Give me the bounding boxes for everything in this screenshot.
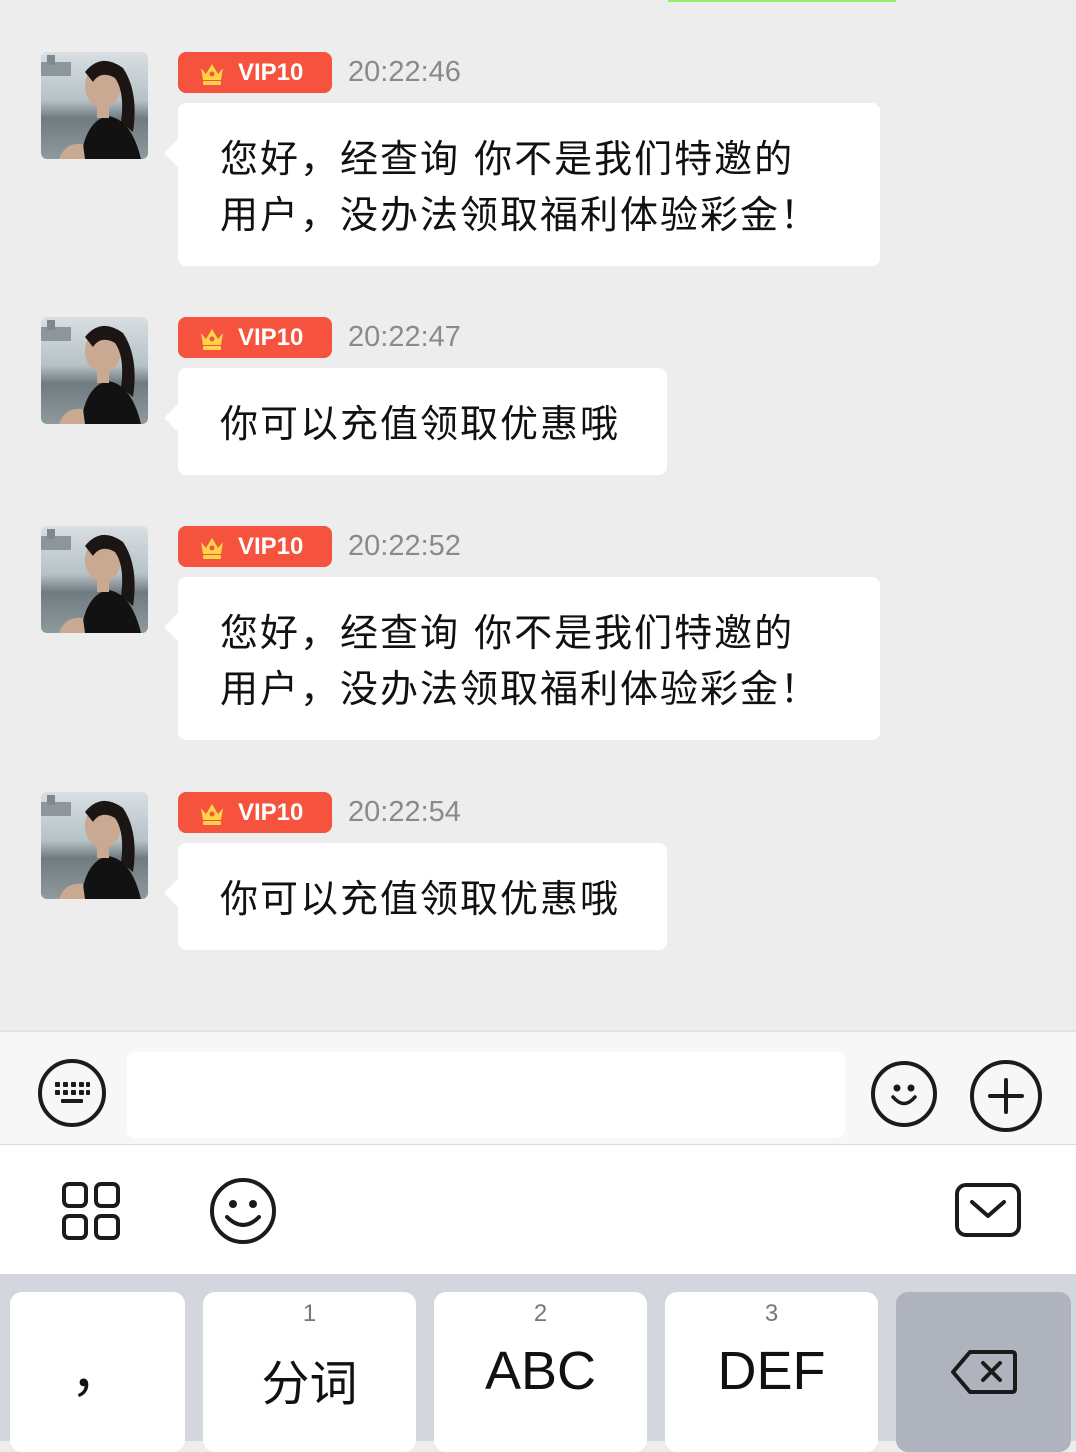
vip-badge: VIP10 [178, 792, 332, 833]
message-timestamp: 20:22:54 [348, 796, 461, 828]
message-text-line: 用户，没办法领取福利体验彩金！ [220, 667, 821, 711]
emoji-icon[interactable] [209, 1177, 277, 1245]
vip-badge: VIP10 [178, 317, 332, 358]
message-text-line: 你可以充值领取优惠哦 [220, 877, 621, 921]
avatar[interactable] [41, 52, 148, 159]
crown-icon [201, 803, 223, 825]
keyboard-icon [55, 1082, 90, 1103]
key-label: ， [70, 1343, 125, 1403]
key-2-abc[interactable]: 2 ABC [434, 1292, 647, 1452]
crown-icon [201, 63, 223, 85]
message-text-line: 您好，经查询 你不是我们特邀的 [220, 611, 795, 655]
key-comma[interactable]: ， [10, 1292, 185, 1452]
message-timestamp: 20:22:52 [348, 530, 461, 562]
vip-badge-label: VIP10 [238, 58, 304, 86]
emoji-button[interactable] [871, 1061, 937, 1127]
key-number: 3 [764, 1300, 779, 1327]
key-number: 2 [533, 1300, 548, 1327]
message-timestamp: 20:22:47 [348, 321, 461, 353]
message-text-input[interactable] [127, 1052, 845, 1138]
crown-icon [201, 537, 223, 559]
vip-badge: VIP10 [178, 52, 332, 93]
message-input-bar [0, 1030, 1076, 1144]
key-3-def[interactable]: 3 DEF [665, 1292, 878, 1452]
message-text-line: 用户，没办法领取福利体验彩金！ [220, 193, 821, 237]
message-bubble[interactable]: 您好，经查询 你不是我们特邀的 用户，没办法领取福利体验彩金！ [164, 577, 880, 740]
backspace-icon [951, 1350, 1017, 1394]
keyboard-toggle-button[interactable] [38, 1059, 106, 1127]
keyboard-toolbar [0, 1144, 1076, 1274]
message-bubble[interactable]: 你可以充值领取优惠哦 [164, 843, 667, 950]
message-bubble[interactable]: 您好，经查询 你不是我们特邀的 用户，没办法领取福利体验彩金！ [164, 103, 880, 266]
key-1-fenci[interactable]: 1 分词 [203, 1292, 416, 1452]
key-label: DEF [717, 1341, 826, 1401]
avatar[interactable] [41, 526, 148, 633]
avatar[interactable] [41, 317, 148, 424]
message-text-line: 你可以充值领取优惠哦 [220, 402, 621, 446]
vip-badge-label: VIP10 [238, 323, 304, 351]
vip-badge: VIP10 [178, 526, 332, 567]
plus-icon [988, 1078, 1024, 1114]
key-label: ABC [484, 1341, 597, 1401]
avatar[interactable] [41, 792, 148, 899]
message-text-line: 您好，经查询 你不是我们特邀的 [220, 137, 795, 181]
ime-keyboard: ， 1 分词 2 ABC 3 DEF [0, 1274, 1076, 1452]
message-bubble[interactable]: 你可以充值领取优惠哦 [164, 368, 667, 475]
crown-icon [201, 328, 223, 350]
more-actions-button[interactable] [970, 1060, 1042, 1132]
message-timestamp: 20:22:46 [348, 56, 461, 88]
key-number: 1 [302, 1300, 317, 1327]
key-label: 分词 [261, 1358, 358, 1411]
keyboard-collapse-icon[interactable] [954, 1182, 1022, 1238]
vip-badge-label: VIP10 [238, 798, 304, 826]
vip-badge-label: VIP10 [238, 532, 304, 560]
emoji-icon [891, 1084, 917, 1106]
chat-message-list[interactable]: VIP10 20:22:46 您好，经查询 你不是我们特邀的 用户，没办法领取福… [0, 0, 1076, 1030]
apps-grid-icon[interactable] [62, 1182, 120, 1240]
key-delete[interactable] [896, 1292, 1071, 1452]
